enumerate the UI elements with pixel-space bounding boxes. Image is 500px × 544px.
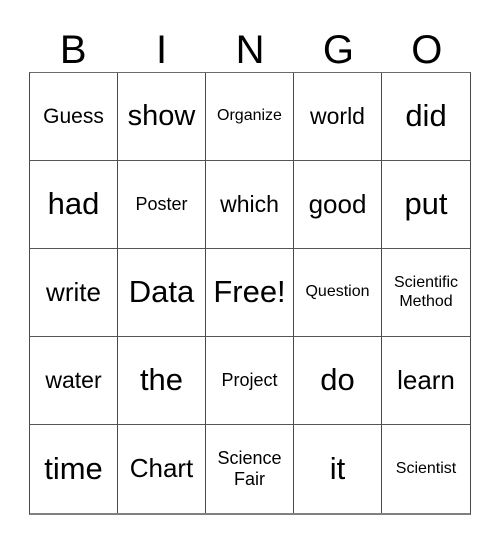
bingo-cell-label: world xyxy=(310,102,365,129)
bingo-cell[interactable]: Project xyxy=(206,337,294,425)
bingo-cell[interactable]: learn xyxy=(382,337,470,425)
bingo-cell-label: Poster xyxy=(135,194,188,215)
header-letter-i: I xyxy=(156,28,168,72)
bingo-cell-label: put xyxy=(404,186,448,222)
bingo-cell-label: Free! xyxy=(213,274,286,310)
bingo-cell[interactable]: water xyxy=(30,337,118,425)
bingo-cell-label: Question xyxy=(305,283,370,301)
bingo-cell[interactable]: which xyxy=(206,161,294,249)
bingo-cell[interactable]: Scientist xyxy=(382,425,470,513)
bingo-cell[interactable]: do xyxy=(294,337,382,425)
bingo-cell-label: Chart xyxy=(129,453,194,484)
bingo-cell[interactable]: Guess xyxy=(30,73,118,161)
bingo-cell[interactable]: show xyxy=(118,73,206,161)
bingo-cell-label: Science Fair xyxy=(217,448,282,489)
bingo-cell-label: Scientific Method xyxy=(393,274,459,310)
bingo-cell[interactable]: Science Fair xyxy=(206,425,294,513)
bingo-cell-label: Project xyxy=(221,370,278,391)
bingo-cell-label: learn xyxy=(397,364,455,395)
bingo-cell[interactable]: Scientific Method xyxy=(382,249,470,337)
header-letter-n: N xyxy=(235,28,265,72)
bingo-cell-label: did xyxy=(405,98,447,134)
bingo-card: B I N G O Guess show Organize world did had Po… xyxy=(0,0,500,544)
bingo-cell[interactable]: Question xyxy=(294,249,382,337)
bingo-cell-label: write xyxy=(46,276,101,307)
bingo-cell[interactable]: the xyxy=(118,337,206,425)
bingo-grid: Guess show Organize world did had Poster which g… xyxy=(29,72,471,515)
bingo-cell[interactable]: had xyxy=(30,161,118,249)
bingo-cell-label: it xyxy=(329,450,346,486)
header-letter-g: G xyxy=(322,28,354,72)
bingo-cell[interactable]: Poster xyxy=(118,161,206,249)
bingo-cell[interactable]: Organize xyxy=(206,73,294,161)
bingo-cell[interactable]: Chart xyxy=(118,425,206,513)
bingo-cell[interactable]: write xyxy=(30,249,118,337)
bingo-cell[interactable]: good xyxy=(294,161,382,249)
bingo-cell-label: Organize xyxy=(217,107,282,125)
bingo-cell-label: Data xyxy=(128,274,195,310)
bingo-cell-label: time xyxy=(44,450,103,486)
bingo-cell-free[interactable]: Free! xyxy=(206,249,294,337)
bingo-cell[interactable]: Data xyxy=(118,249,206,337)
bingo-cell[interactable]: world xyxy=(294,73,382,161)
bingo-cell-label: Guess xyxy=(43,104,104,128)
bingo-cell-label: water xyxy=(45,366,102,393)
bingo-cell[interactable]: put xyxy=(382,161,470,249)
bingo-cell-label: which xyxy=(220,190,279,217)
bingo-cell-label: the xyxy=(139,362,184,398)
bingo-cell[interactable]: did xyxy=(382,73,470,161)
bingo-header: B I N G O xyxy=(29,16,471,72)
bingo-cell[interactable]: time xyxy=(30,425,118,513)
bingo-cell-label: Scientist xyxy=(395,459,457,477)
header-letter-o: O xyxy=(411,28,443,72)
bingo-cell-label: had xyxy=(47,186,100,222)
bingo-cell[interactable]: it xyxy=(294,425,382,513)
bingo-cell-label: do xyxy=(320,362,355,398)
bingo-cell-label: good xyxy=(308,188,367,219)
header-letter-b: B xyxy=(59,28,87,72)
bingo-cell-label: show xyxy=(127,100,196,133)
